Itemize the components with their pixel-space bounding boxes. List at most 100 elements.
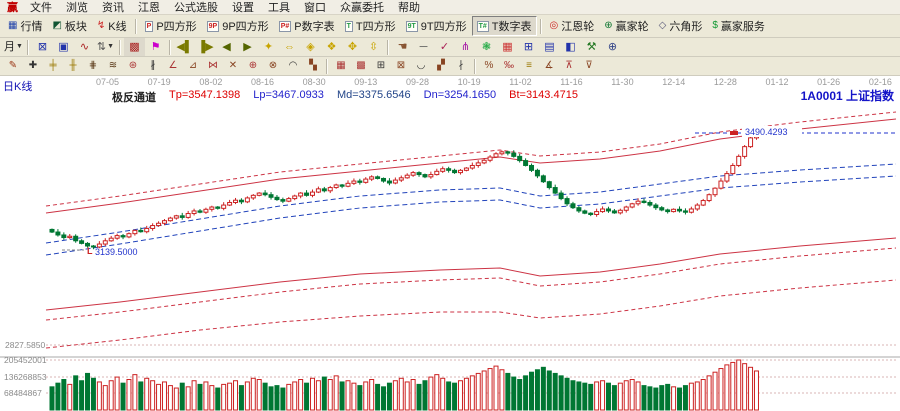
delete-tool-icon[interactable]: ✕ <box>223 57 243 75</box>
pan-icon[interactable]: ✥ <box>342 38 363 56</box>
button-label: 9T四方形 <box>421 18 467 34</box>
toolbar-separator <box>326 59 328 74</box>
menu-item-2[interactable]: 资讯 <box>95 0 131 15</box>
permille-tool-icon[interactable]: ‰ <box>499 57 519 75</box>
pen-tool-icon[interactable]: ✎ <box>3 57 23 75</box>
shade-b-icon[interactable]: ▞ <box>431 57 451 75</box>
cycle-tool-icon[interactable]: ⊛ <box>123 57 143 75</box>
gann-wheel-button[interactable]: ◎江恩轮 <box>545 16 600 36</box>
fan-tool-icon[interactable]: ⋈ <box>203 57 223 75</box>
circle-cross-icon[interactable]: ⊗ <box>263 57 283 75</box>
top-marker-icon[interactable]: ⊼ <box>559 57 579 75</box>
last-bar-icon[interactable]: ▐▶ <box>195 38 216 56</box>
arc-tool-icon[interactable]: ◠ <box>283 57 303 75</box>
hline-levels-icon[interactable]: ≡ <box>519 57 539 75</box>
menu-item-8[interactable]: 众赢委托 <box>333 0 391 15</box>
service-icon[interactable]: ⊕ <box>602 38 623 56</box>
quote-window-icon[interactable]: ◧ <box>560 38 581 56</box>
period-selector[interactable]: 月▼ <box>3 38 24 56</box>
report-icon: ▤ <box>544 39 554 55</box>
menu-item-4[interactable]: 公式选股 <box>167 0 225 15</box>
volume-bars <box>50 360 758 410</box>
chart-canvas[interactable]: 3490.4293L3139.50002827.5850205452001136… <box>0 76 900 411</box>
region-select-icon: ▩ <box>129 39 139 55</box>
pitchfork-tool-icon[interactable]: ⋔ <box>455 38 476 56</box>
kline-button[interactable]: ↯K线 <box>92 16 132 36</box>
square-x-icon[interactable]: ⊠ <box>391 57 411 75</box>
toolbar-separator <box>540 19 542 34</box>
prev-bar-icon[interactable]: ◀ <box>216 38 237 56</box>
t-number-table-icon: T# <box>477 21 489 32</box>
gann-grid-icon[interactable]: ╪ <box>43 57 63 75</box>
menu-item-3[interactable]: 江恩 <box>131 0 167 15</box>
trendline-tool-icon[interactable]: ─ <box>413 38 434 56</box>
next-bar-icon[interactable]: ▶ <box>237 38 258 56</box>
crosshair-tool-icon[interactable]: ✚ <box>23 57 43 75</box>
stretch-h-icon[interactable]: ⇔ <box>279 38 300 56</box>
stretch-h-icon: ⇔ <box>284 39 295 55</box>
hand-tool-icon[interactable]: ☚ <box>392 38 413 56</box>
menu-item-5[interactable]: 设置 <box>225 0 261 15</box>
t-square-button[interactable]: TT四方形 <box>340 16 401 36</box>
9p-square-icon: 9P <box>207 21 220 32</box>
slash-tool-icon[interactable]: ∤ <box>451 57 471 75</box>
grid-tool-icon[interactable]: ▦ <box>331 57 351 75</box>
9t-square-button[interactable]: 9T9T四方形 <box>401 16 472 36</box>
menu-item-6[interactable]: 工具 <box>261 0 297 15</box>
button-label: P数字表 <box>294 18 334 34</box>
menu-item-1[interactable]: 浏览 <box>59 0 95 15</box>
gann-box-icon[interactable]: ╫ <box>63 57 83 75</box>
angle-measure-icon[interactable]: ∡ <box>539 57 559 75</box>
triangle-tool-icon[interactable]: ⊿ <box>183 57 203 75</box>
sectors-button[interactable]: ◩板块 <box>47 16 91 36</box>
hatch-tool-icon[interactable]: ▩ <box>351 57 371 75</box>
ruler-tool-icon[interactable]: ⋕ <box>83 57 103 75</box>
region-select-icon[interactable]: ▩ <box>124 38 145 56</box>
hand-tool-icon: ☚ <box>398 39 408 55</box>
multi-window-icon[interactable]: ⊠ <box>32 38 53 56</box>
stretch-v-icon[interactable]: ⇳ <box>363 38 384 56</box>
zoom-in-icon[interactable]: ✦ <box>258 38 279 56</box>
menu-item-0[interactable]: 文件 <box>23 0 59 15</box>
angle-tool-icon[interactable]: ∠ <box>163 57 183 75</box>
percent-tool-icon[interactable]: % <box>479 57 499 75</box>
overlay-curve-icon[interactable]: ∿ <box>74 38 95 56</box>
zoom-fit-icon[interactable]: ◈ <box>300 38 321 56</box>
p-number-table-button[interactable]: P#P数字表 <box>274 16 340 36</box>
zoom-out-icon[interactable]: ❖ <box>321 38 342 56</box>
menu-item-7[interactable]: 窗口 <box>297 0 333 15</box>
winner-wheel-icon: ⊕ <box>604 21 612 31</box>
p-square-button[interactable]: PP四方形 <box>140 16 202 36</box>
bottom-marker-icon[interactable]: ⊽ <box>579 57 599 75</box>
tools-icon[interactable]: ⚒ <box>581 38 602 56</box>
toolbar-separator <box>169 40 171 55</box>
hexagon-button[interactable]: ◇六角形 <box>654 16 708 36</box>
pattern-tool-icon[interactable]: ❃ <box>476 38 497 56</box>
menubar: 赢 文件浏览资讯江恩公式选股设置工具窗口众赢委托帮助 <box>0 0 900 15</box>
9p-square-button[interactable]: 9P9P四方形 <box>202 16 274 36</box>
arc-down-icon[interactable]: ◡ <box>411 57 431 75</box>
circle-plus-icon[interactable]: ⊕ <box>243 57 263 75</box>
winner-service-button[interactable]: $赢家服务 <box>707 16 770 36</box>
shade-a-icon[interactable]: ▚ <box>303 57 323 75</box>
wave-tool-icon[interactable]: ≋ <box>103 57 123 75</box>
t-number-table-button[interactable]: T#T数字表 <box>472 16 537 36</box>
scale-toggle-icon[interactable]: ⇅▼ <box>95 38 116 56</box>
square-plus-icon[interactable]: ⊞ <box>371 57 391 75</box>
delete-tool-icon: ✕ <box>229 58 237 74</box>
pen-tool-icon: ✎ <box>9 58 17 74</box>
service-icon: ⊕ <box>608 39 617 55</box>
quotes-button[interactable]: ▦行情 <box>3 16 47 36</box>
calculator-icon[interactable]: ⊞ <box>518 38 539 56</box>
p-number-table-icon: P# <box>279 21 292 32</box>
menu-item-9[interactable]: 帮助 <box>391 0 427 15</box>
first-bar-icon[interactable]: ◀▌ <box>174 38 195 56</box>
calendar-icon[interactable]: ▦ <box>497 38 518 56</box>
report-icon[interactable]: ▤ <box>539 38 560 56</box>
parallel-lines-icon[interactable]: ∦ <box>143 57 163 75</box>
flag-marker-icon[interactable]: ⚑ <box>145 38 166 56</box>
single-window-icon[interactable]: ▣ <box>53 38 74 56</box>
calculator-icon: ⊞ <box>524 39 533 55</box>
winner-wheel-button[interactable]: ⊕赢家轮 <box>599 16 653 36</box>
measure-tool-icon[interactable]: ✓ <box>434 38 455 56</box>
